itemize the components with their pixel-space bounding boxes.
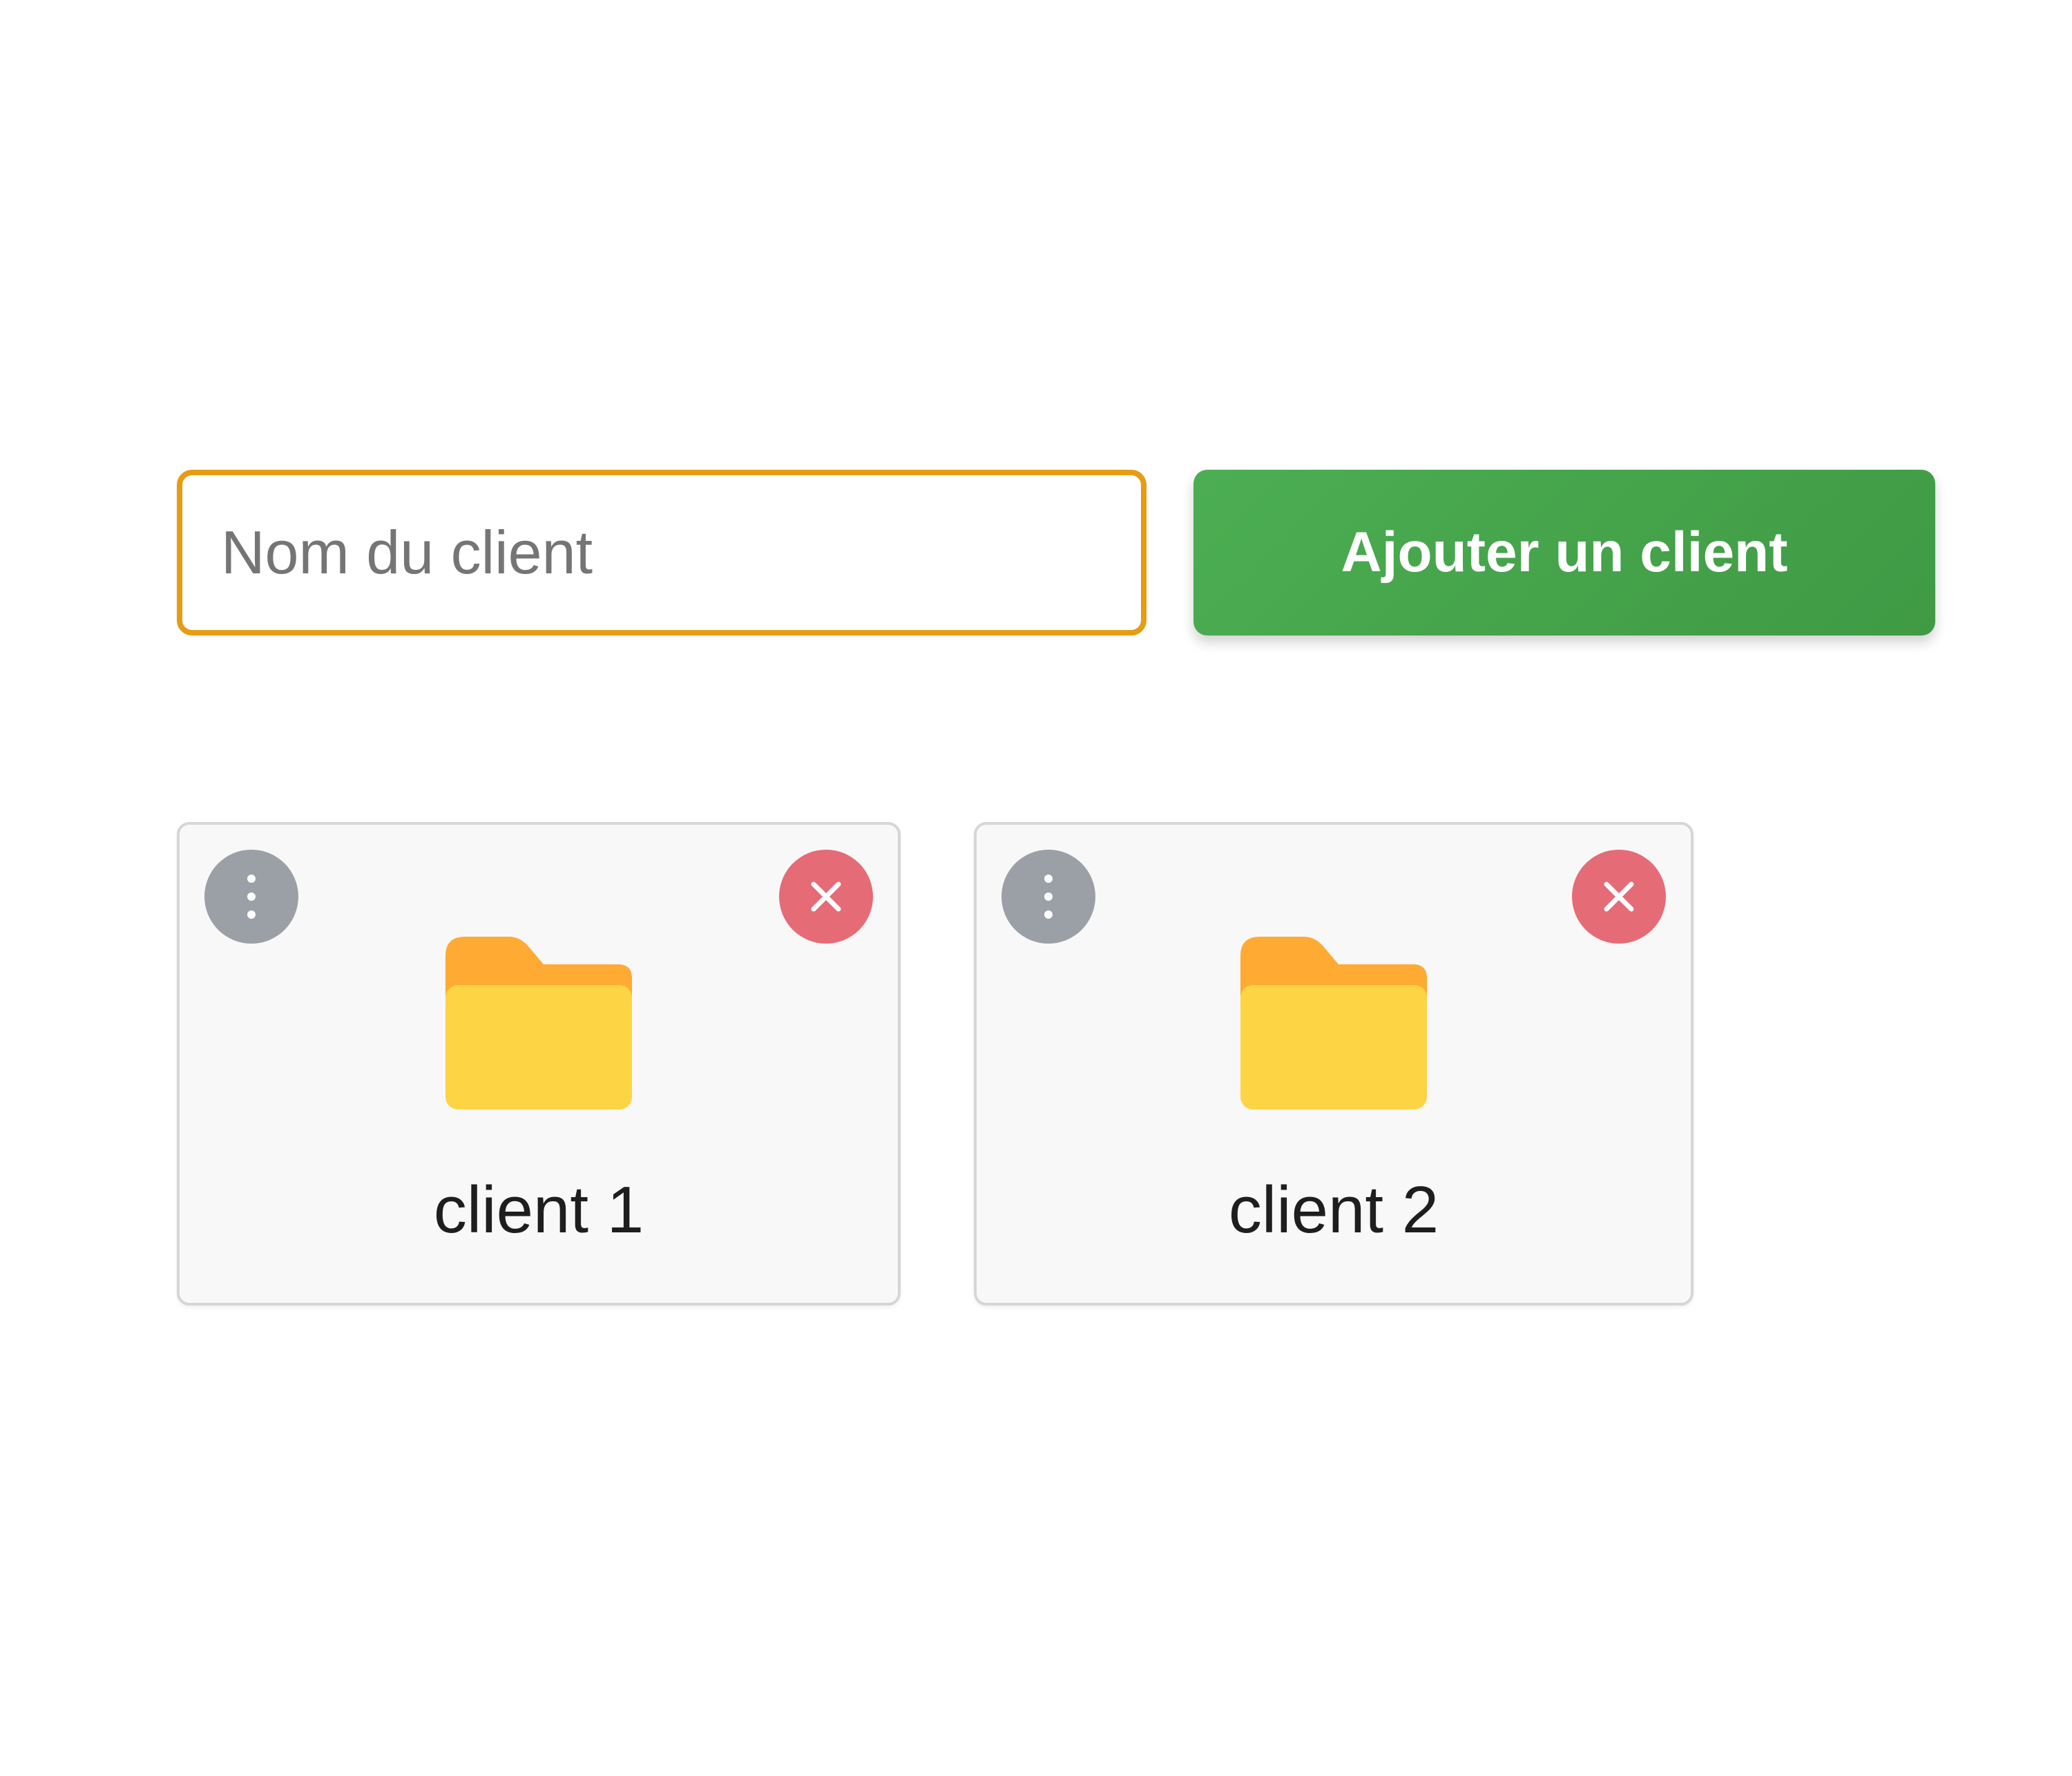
more-vertical-icon [1044,892,1053,901]
delete-client-button[interactable] [779,850,873,944]
folder-icon [1240,937,1427,1109]
delete-client-button[interactable] [1572,850,1666,944]
client-name-label: client 2 [1228,1173,1439,1247]
add-client-form: Ajouter un client [177,470,1935,636]
card-menu-button[interactable] [204,850,298,944]
close-icon [1604,881,1634,912]
client-list: client 1 client 2 [177,822,1696,1306]
more-vertical-icon [247,892,256,901]
client-card[interactable]: client 2 [974,822,1694,1306]
folder-icon [445,937,632,1109]
client-name-input[interactable] [177,470,1147,636]
close-icon [811,881,841,912]
client-name-label: client 1 [433,1173,644,1247]
page: Ajouter un client client 1 [0,0,2072,1776]
card-menu-button[interactable] [1001,850,1095,944]
client-card[interactable]: client 1 [177,822,901,1306]
add-client-button[interactable]: Ajouter un client [1193,470,1935,636]
